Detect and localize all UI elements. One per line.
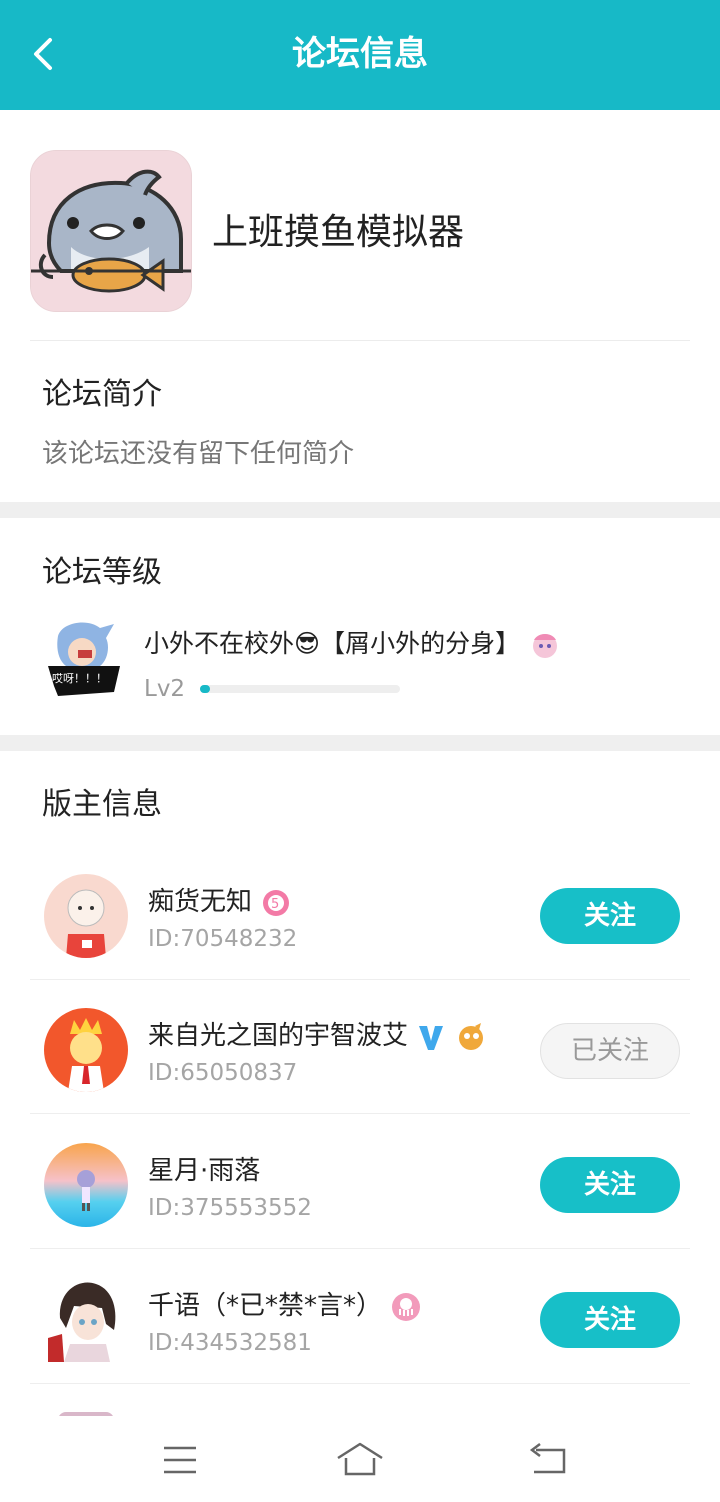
moderator-name: 星月·雨落	[148, 1156, 261, 1186]
owner-level: Lv2	[144, 676, 186, 702]
avatar-caption: 哎呀！！！	[52, 672, 107, 685]
follow-button[interactable]: 关注	[540, 1157, 680, 1213]
owner-name[interactable]: 小外不在校外😎【屑小外的分身】	[144, 624, 562, 664]
moderator-name: 痴货无知 5	[148, 882, 292, 922]
moderator-name: 千语（*已*禁*言*）	[148, 1286, 422, 1326]
moderator-avatar[interactable]	[44, 1278, 128, 1362]
system-nav-bar	[0, 1416, 720, 1502]
owner-avatar[interactable]: 哎呀！！！	[44, 616, 124, 700]
moderator-id: ID:70548232	[148, 926, 298, 952]
moderator-id: ID:65050837	[148, 1060, 298, 1086]
intro-text: 该论坛还没有留下任何简介	[42, 439, 355, 469]
owner-name-text: 小外不在校外😎【屑小外的分身】	[144, 629, 521, 658]
return-button[interactable]	[518, 1430, 578, 1490]
section-gap	[0, 735, 720, 751]
shark-mascot-logo	[31, 151, 191, 311]
moderator-row[interactable]: 痴货无知 5 ID:70548232 关注	[0, 848, 720, 982]
forum-name: 上班摸鱼模拟器	[212, 212, 465, 253]
level-progress-bar	[200, 685, 400, 693]
home-button[interactable]	[330, 1430, 390, 1490]
owner-avatar-image: 哎呀！！！	[48, 622, 120, 696]
forum-logo	[30, 150, 192, 312]
section-gap	[0, 502, 720, 518]
moderator-avatar[interactable]	[44, 1143, 128, 1227]
home-icon	[337, 1442, 383, 1476]
followed-button[interactable]: 已关注	[540, 1023, 680, 1079]
moderator-row[interactable]: 星月·雨落 ID:375553552 关注	[0, 1117, 720, 1251]
row-divider	[30, 1248, 690, 1249]
row-divider	[30, 979, 690, 980]
menu-button[interactable]	[150, 1430, 210, 1490]
row-divider	[30, 1113, 690, 1114]
follow-button[interactable]: 关注	[540, 1292, 680, 1348]
forum-header: 上班摸鱼模拟器	[0, 110, 720, 340]
moderator-id: ID:434532581	[148, 1330, 312, 1356]
svg-text:5: 5	[271, 897, 279, 912]
moderator-name: 来自光之国的宇智波艾	[148, 1016, 487, 1056]
moderator-avatar[interactable]	[44, 1008, 128, 1092]
moderators-title: 版主信息	[42, 787, 162, 822]
menu-icon	[164, 1446, 196, 1474]
page-title: 论坛信息	[292, 34, 428, 74]
level-progress-fill	[200, 685, 210, 693]
moderator-avatar[interactable]	[44, 874, 128, 958]
return-icon	[529, 1443, 566, 1474]
top-bar: 论坛信息	[0, 0, 720, 110]
level-title: 论坛等级	[42, 555, 162, 590]
moderator-row[interactable]: 来自光之国的宇智波艾 ID:65050837 已关注	[0, 982, 720, 1116]
follow-button[interactable]: 关注	[540, 888, 680, 944]
pink-level-badge-icon: 5	[263, 889, 290, 916]
moderator-row[interactable]: 千语（*已*禁*言*） ID:434532581 关注	[0, 1252, 720, 1386]
pink-octopus-badge-icon	[392, 1292, 421, 1321]
intro-title: 论坛简介	[42, 377, 162, 412]
sakura-girl-badge-icon	[533, 634, 558, 658]
divider	[30, 340, 690, 341]
orange-emblem-icon	[458, 1022, 483, 1050]
moderator-id: ID:375553552	[148, 1195, 312, 1221]
verified-v-icon	[419, 1025, 444, 1050]
row-divider	[30, 1383, 690, 1384]
